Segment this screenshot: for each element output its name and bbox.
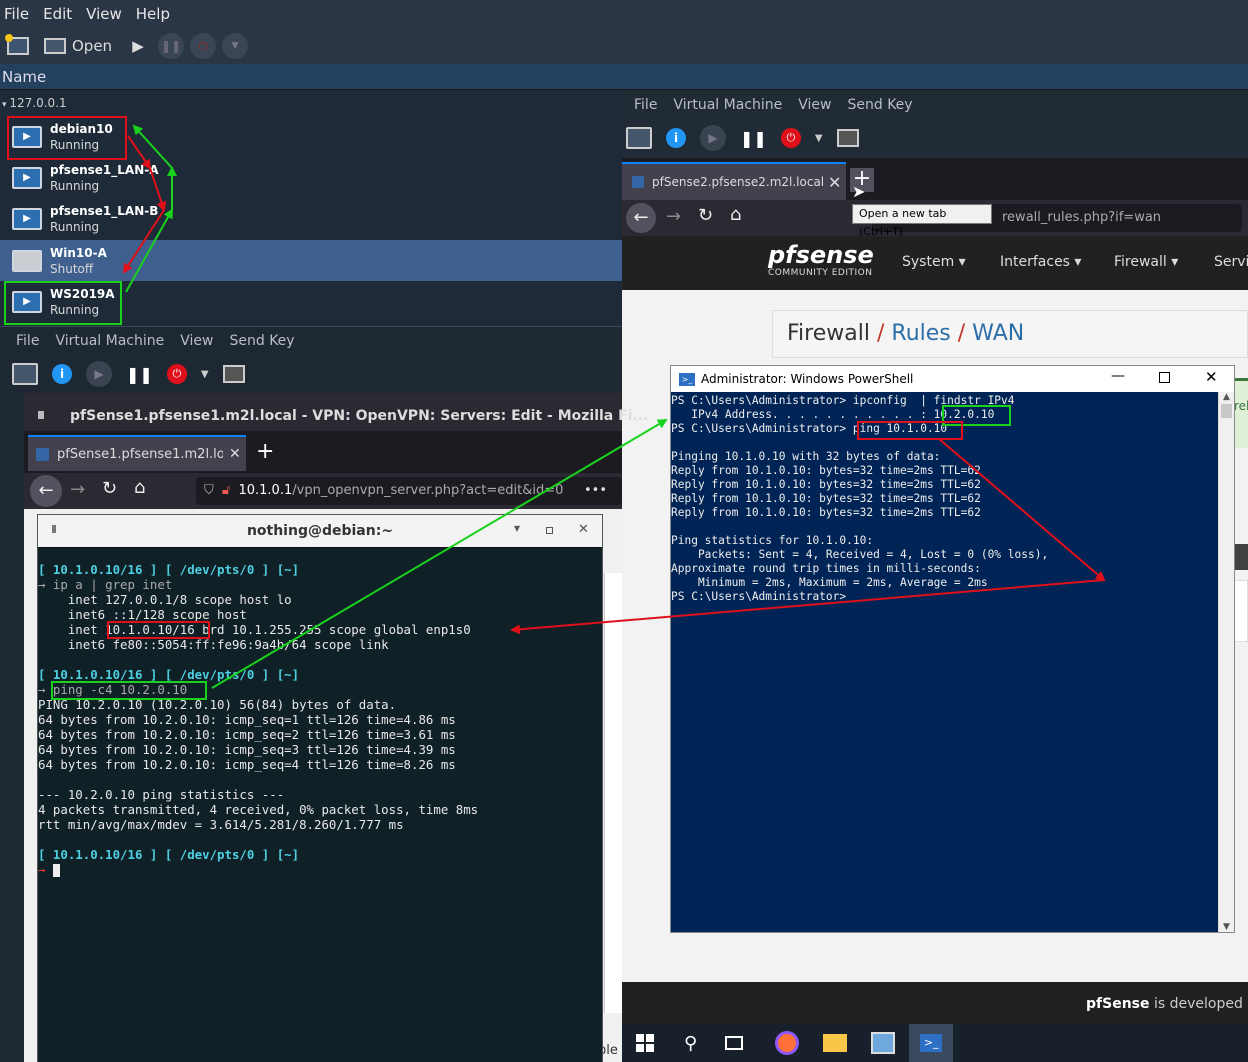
arrow-red [122, 209, 165, 274]
arrow-green [211, 418, 668, 689]
arrow-green [125, 208, 173, 293]
arrow-red [510, 579, 1105, 635]
arrow-red [937, 437, 1106, 582]
annotation-arrows [122, 124, 1106, 689]
arrow-red [149, 167, 167, 212]
arrow-green [132, 124, 173, 169]
